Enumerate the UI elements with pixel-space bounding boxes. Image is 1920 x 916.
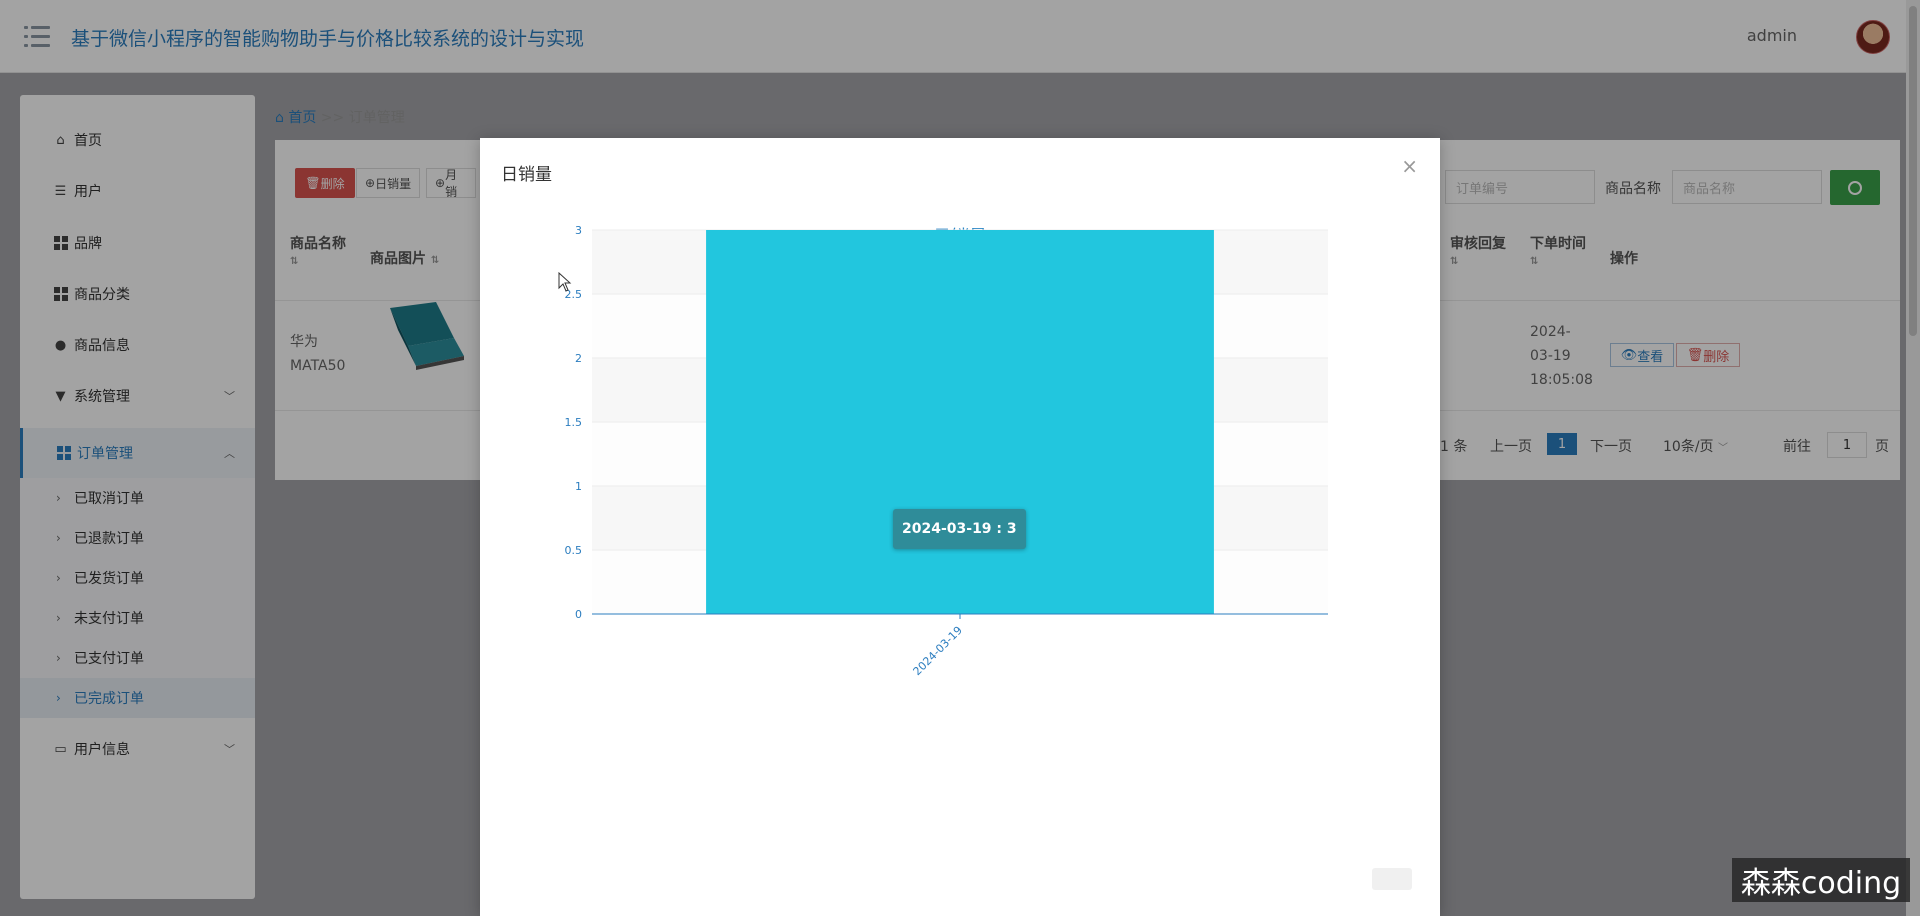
- bar-2024-03-19: [706, 230, 1214, 614]
- y-tick-label: 0: [575, 608, 582, 621]
- y-tick-label: 3: [575, 224, 582, 237]
- y-tick-label: 0.5: [565, 544, 583, 557]
- y-tick-label: 1.5: [565, 416, 583, 429]
- daily-sales-modal: 日销量 × 日销量 00.511.522.532024-03-19 2024-0…: [480, 138, 1440, 916]
- x-tick-label: 2024-03-19: [911, 624, 965, 678]
- chart-tooltip: 2024-03-19 : 3: [893, 509, 1026, 549]
- mouse-cursor: [558, 272, 572, 292]
- y-tick-label: 2: [575, 352, 582, 365]
- modal-footer-button[interactable]: [1372, 868, 1412, 890]
- y-tick-label: 1: [575, 480, 582, 493]
- watermark: 森森coding: [1732, 858, 1910, 902]
